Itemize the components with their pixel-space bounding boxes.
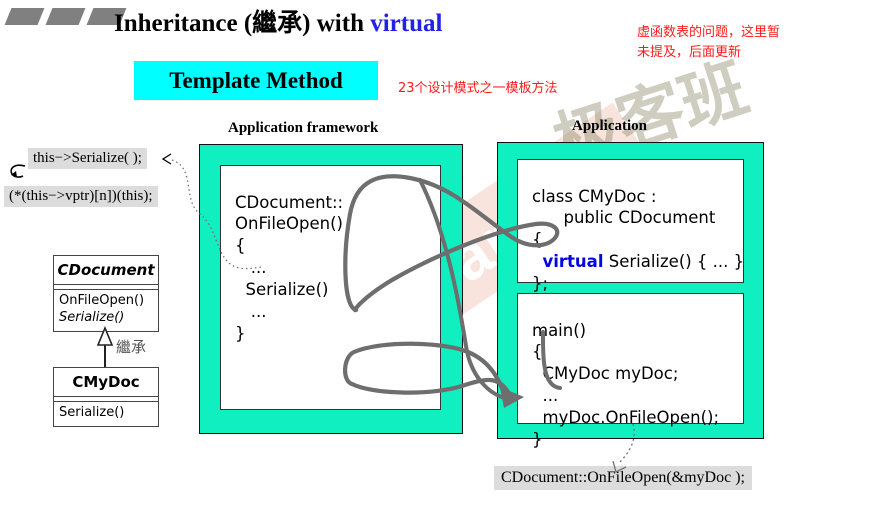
uml-cdocument-members: OnFileOpen() Serialize() — [54, 289, 158, 331]
code-line-2: { — [235, 236, 246, 256]
header-bullets — [4, 8, 127, 25]
page-title-plain: Inheritance (繼承) with — [114, 10, 371, 37]
card-main-function: main() { CMyDoc myDoc; ... myDoc.OnFileO… — [517, 293, 744, 449]
slide-canvas: GeekBand 极客班 Inheritance (繼承) with virtu… — [0, 0, 883, 512]
uml-cdocument-member-0: OnFileOpen() — [59, 293, 145, 308]
loop-arrow-svg — [10, 164, 26, 178]
panel-application: class CMyDoc : public CDocument { virtua… — [497, 142, 764, 449]
panel-application-framework: CDocument:: OnFileOpen() { ... Serialize… — [199, 144, 463, 434]
uml-cmydoc-name: CMyDoc — [72, 373, 140, 391]
uml-class-cmydoc: CMyDoc Serialize() — [53, 367, 159, 427]
code-line-6: } — [235, 324, 246, 344]
note-vtable: 虚函数表的问题，这里暂未提及，后面更新 — [637, 25, 781, 61]
uml-class-cdocument: CDocument OnFileOpen() Serialize() — [53, 255, 159, 332]
code-line-1: OnFileOpen() — [235, 214, 343, 234]
code-cdocument-onfileopen: CDocument:: OnFileOpen() { ... Serialize… — [235, 192, 343, 346]
uml-inheritance-label: 繼承 — [116, 338, 147, 356]
card-class-cmydoc: class CMyDoc : public CDocument { virtua… — [517, 159, 744, 293]
uml-cmydoc-members: Serialize() — [54, 401, 158, 426]
bullet-parallelogram-2 — [45, 8, 86, 25]
bullet-parallelogram-1 — [4, 8, 45, 25]
callout-bottom-call: CDocument::OnFileOpen(&myDoc ); — [494, 466, 752, 490]
caption-application-framework: Application framework — [228, 120, 379, 136]
code-line-4: Serialize() — [235, 280, 329, 300]
callout-vptr-dispatch: (*(this−>vptr)[n])(this); — [4, 186, 158, 207]
uml-cdocument-member-1: Serialize() — [59, 309, 125, 325]
code-keyword-virtual: virtual — [542, 252, 604, 272]
template-method-label: Template Method — [169, 67, 343, 93]
template-method-banner: Template Method — [134, 61, 378, 100]
code-line-5: ... — [235, 302, 267, 322]
callout-this-serialize: this−>Serialize( ); — [28, 148, 147, 169]
card-cdocument-onfileopen: CDocument:: OnFileOpen() { ... Serialize… — [220, 165, 441, 410]
caption-application: Application — [572, 118, 648, 134]
uml-cdocument-name: CDocument — [57, 261, 155, 279]
note-design-pattern: 23个设计模式之一模板方法 — [398, 81, 558, 96]
code-line-3: ... — [235, 258, 267, 278]
page-title-keyword: virtual — [370, 10, 443, 37]
uml-cmydoc-member-0: Serialize() — [59, 405, 125, 420]
code-line-0: CDocument:: — [235, 192, 344, 212]
code-class-cmydoc: class CMyDoc : public CDocument { virtua… — [532, 186, 744, 296]
page-title: Inheritance (繼承) with virtual — [114, 3, 442, 39]
code-main-function: main() { CMyDoc myDoc; ... myDoc.OnFileO… — [532, 320, 720, 450]
